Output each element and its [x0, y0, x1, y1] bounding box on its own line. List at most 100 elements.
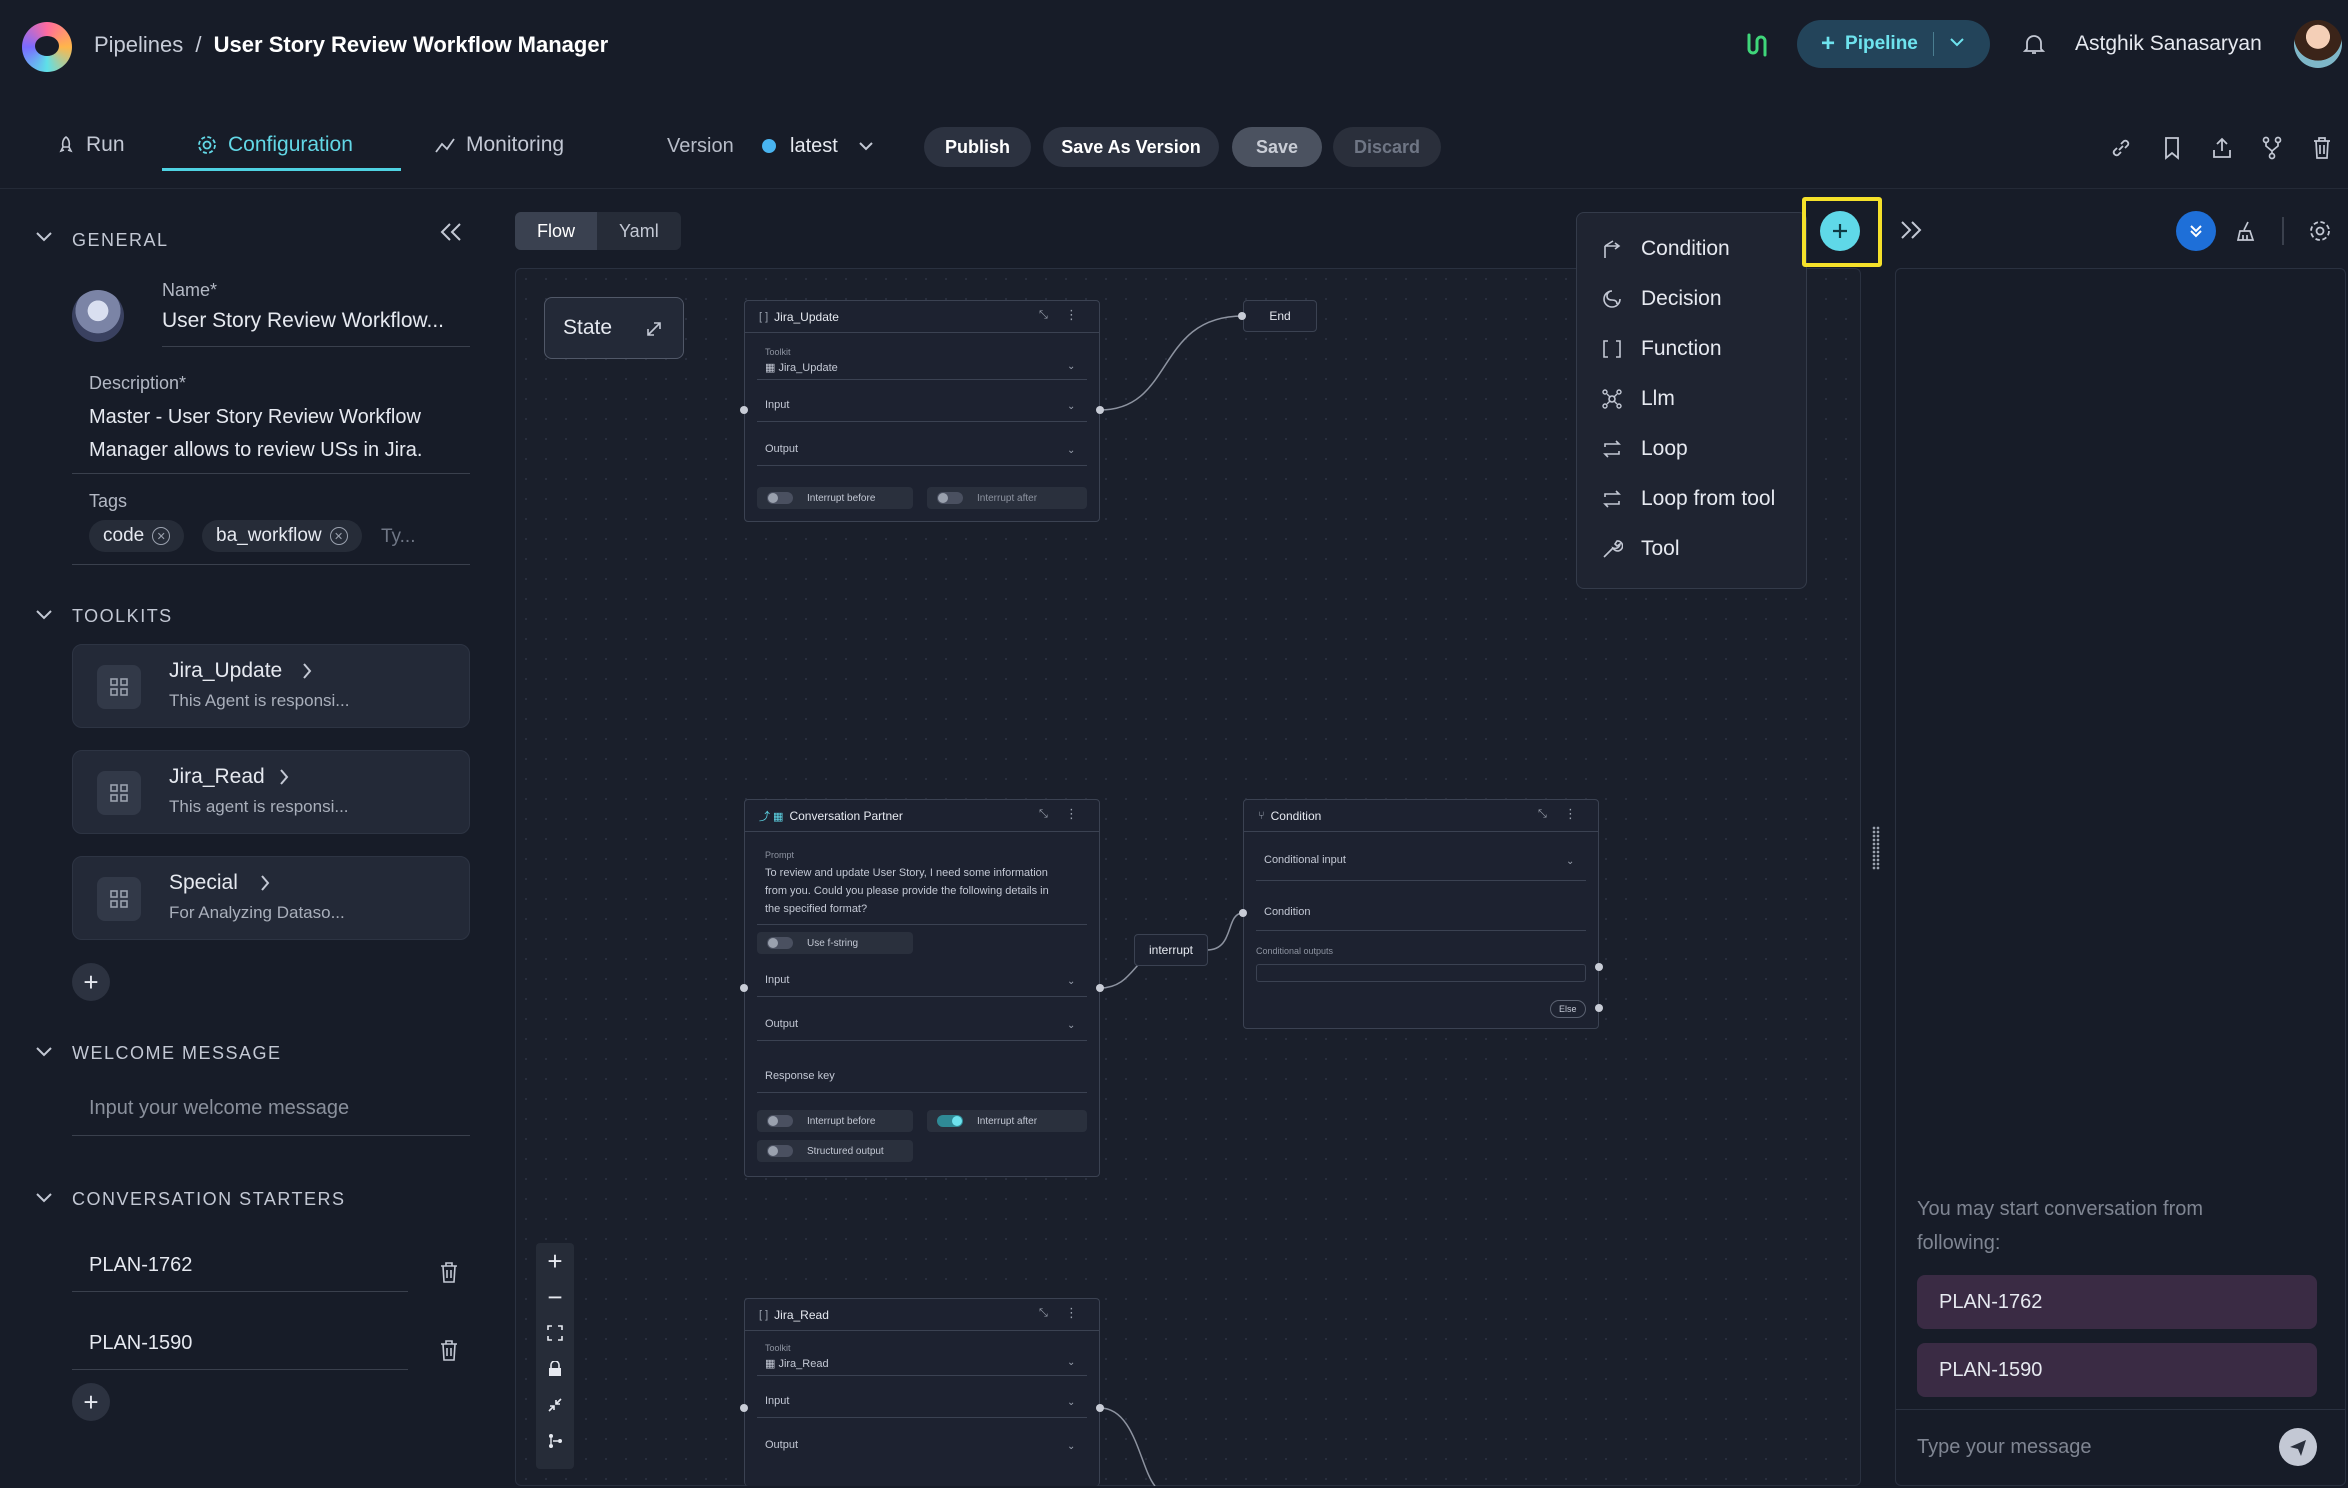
conditional-outputs-input[interactable] — [1256, 964, 1586, 982]
interrupt-after-toggle[interactable]: Interrupt after — [927, 487, 1087, 509]
structured-output-toggle[interactable]: Structured output — [757, 1140, 913, 1162]
collapse-nodes-icon[interactable] — [536, 1387, 574, 1423]
end-node[interactable]: End — [1243, 300, 1317, 332]
bell-icon[interactable] — [2020, 30, 2048, 58]
menu-item-function[interactable]: Function — [1601, 337, 1722, 361]
node-menu-icon[interactable]: ⋮ — [1065, 806, 1078, 822]
node-menu-icon[interactable]: ⋮ — [1564, 806, 1577, 822]
input-field[interactable]: Input — [765, 974, 789, 986]
node-menu-icon[interactable]: ⋮ — [1065, 1305, 1078, 1321]
chevron-down-icon[interactable]: ⌄ — [1067, 1397, 1075, 1408]
clean-chat-icon[interactable] — [2228, 213, 2264, 249]
node-menu-icon[interactable]: ⋮ — [1065, 307, 1078, 323]
flow-view-tab[interactable]: Flow — [515, 212, 598, 250]
collapse-node-icon[interactable]: ⤡ — [1039, 1307, 1048, 1320]
name-field[interactable]: User Story Review Workflow... — [162, 309, 444, 333]
menu-item-decision[interactable]: Decision — [1601, 287, 1722, 311]
toolkit-card-jira-update[interactable]: Jira_Update This Agent is responsi... — [72, 644, 470, 728]
menu-item-condition[interactable]: Condition — [1601, 237, 1730, 261]
chevron-down-icon[interactable]: ⌄ — [1067, 445, 1075, 456]
user-avatar[interactable] — [2294, 20, 2342, 68]
add-toolkit-button[interactable]: + — [72, 963, 110, 1001]
starters-collapse-chevron-icon[interactable] — [34, 1191, 54, 1205]
description-field[interactable]: Master - User Story Review Workflow Mana… — [89, 401, 422, 467]
menu-item-loop[interactable]: Loop — [1601, 437, 1688, 461]
chevron-down-icon[interactable]: ⌄ — [1067, 401, 1075, 412]
app-logo[interactable] — [22, 22, 72, 72]
export-icon[interactable] — [2207, 133, 2237, 163]
node-input-port[interactable] — [1239, 909, 1247, 917]
collapse-node-icon[interactable]: ⤡ — [1039, 808, 1048, 821]
end-node-port[interactable] — [1238, 312, 1246, 320]
starter-input[interactable]: PLAN-1762 — [89, 1254, 192, 1277]
lock-icon[interactable] — [536, 1351, 574, 1387]
toolkit-select[interactable]: ▦ Jira_Read — [765, 1357, 829, 1370]
trash-icon[interactable] — [440, 1340, 458, 1362]
menu-item-tool[interactable]: Tool — [1601, 537, 1680, 561]
welcome-message-input[interactable]: Input your welcome message — [89, 1097, 349, 1120]
node-input-port[interactable] — [740, 406, 748, 414]
collapse-node-icon[interactable]: ⤡ — [1538, 808, 1547, 821]
interrupt-before-toggle[interactable]: Interrupt before — [757, 1110, 913, 1132]
save-button[interactable]: Save — [1232, 127, 1322, 167]
save-as-version-button[interactable]: Save As Version — [1043, 127, 1219, 167]
fork-icon[interactable] — [2257, 133, 2287, 163]
chevron-down-icon[interactable]: ⌄ — [1067, 1020, 1075, 1031]
chevron-down-icon[interactable] — [1947, 32, 1967, 52]
tab-run[interactable]: Run — [56, 133, 125, 157]
version-select[interactable]: latest — [790, 135, 838, 158]
else-output-port[interactable] — [1595, 1004, 1603, 1012]
collapse-panel-icon[interactable] — [438, 220, 464, 244]
version-chevron-icon[interactable] — [857, 139, 875, 153]
interrupt-after-toggle[interactable]: Interrupt after — [927, 1110, 1087, 1132]
toolkit-select[interactable]: ▦ Jira_Update — [765, 361, 838, 374]
remove-tag-icon[interactable]: ✕ — [329, 527, 348, 545]
expand-panel-icon[interactable] — [1898, 218, 1924, 242]
use-fstring-toggle[interactable]: Use f-string — [757, 932, 913, 954]
add-starter-button[interactable]: + — [72, 1383, 110, 1421]
node-output-port[interactable] — [1595, 963, 1603, 971]
chat-message-input[interactable]: Type your message — [1917, 1436, 2092, 1459]
tag-input[interactable]: Ty... — [381, 526, 415, 548]
send-icon[interactable] — [2279, 1428, 2317, 1466]
menu-item-llm[interactable]: Llm — [1601, 387, 1675, 411]
user-name[interactable]: Astghik Sanasaryan — [2075, 32, 2262, 56]
tab-configuration[interactable]: Configuration — [196, 133, 353, 157]
chevron-down-icon[interactable]: ⌄ — [1067, 976, 1075, 987]
interrupt-before-toggle[interactable]: Interrupt before — [757, 487, 913, 509]
chevron-down-icon[interactable]: ⌄ — [1067, 361, 1075, 372]
general-collapse-chevron-icon[interactable] — [34, 230, 54, 244]
input-field[interactable]: Input — [765, 399, 789, 411]
chevron-down-icon[interactable]: ⌄ — [1566, 856, 1574, 867]
condition-field[interactable]: Condition — [1264, 906, 1310, 918]
create-pipeline-button[interactable]: + Pipeline — [1797, 20, 1990, 68]
node-output-port[interactable] — [1096, 984, 1104, 992]
condition-node[interactable]: ⑂ Condition ⤡ ⋮ Conditional input ⌄ Cond… — [1243, 799, 1599, 1029]
add-node-button[interactable] — [1820, 211, 1860, 251]
trash-icon[interactable] — [440, 1262, 458, 1284]
conversation-partner-node[interactable]: ⤴ ▦ Conversation Partner ⤡ ⋮ Prompt To r… — [744, 799, 1100, 1177]
bookmark-icon[interactable] — [2157, 133, 2187, 163]
remove-tag-icon[interactable]: ✕ — [152, 527, 171, 545]
zoom-in-icon[interactable]: + — [536, 1243, 574, 1279]
tab-monitoring[interactable]: Monitoring — [434, 133, 564, 157]
fit-view-icon[interactable] — [536, 1315, 574, 1351]
toolkit-card-jira-read[interactable]: Jira_Read This agent is responsi... — [72, 750, 470, 834]
yaml-view-tab[interactable]: Yaml — [597, 212, 681, 250]
node-input-port[interactable] — [740, 984, 748, 992]
welcome-collapse-chevron-icon[interactable] — [34, 1045, 54, 1059]
starter-input[interactable]: PLAN-1590 — [89, 1332, 192, 1355]
chat-settings-icon[interactable] — [2302, 213, 2338, 249]
chevron-down-icon[interactable]: ⌄ — [1067, 1441, 1075, 1452]
output-field[interactable]: Output — [765, 443, 798, 455]
node-input-port[interactable] — [740, 1404, 748, 1412]
panel-resize-handle[interactable] — [1872, 826, 1880, 870]
node-output-port[interactable] — [1096, 406, 1104, 414]
discard-button[interactable]: Discard — [1333, 127, 1441, 167]
conditional-input-field[interactable]: Conditional input — [1264, 854, 1346, 866]
chevron-down-icon[interactable]: ⌄ — [1067, 1357, 1075, 1368]
link-icon[interactable] — [2106, 133, 2136, 163]
chat-starter-chip[interactable]: PLAN-1590 — [1917, 1343, 2317, 1397]
jira-read-node[interactable]: [ ] Jira_Read ⤡ ⋮ Toolkit ▦ Jira_Read ⌄ … — [744, 1298, 1100, 1486]
breadcrumb-pipelines-link[interactable]: Pipelines — [94, 32, 183, 57]
